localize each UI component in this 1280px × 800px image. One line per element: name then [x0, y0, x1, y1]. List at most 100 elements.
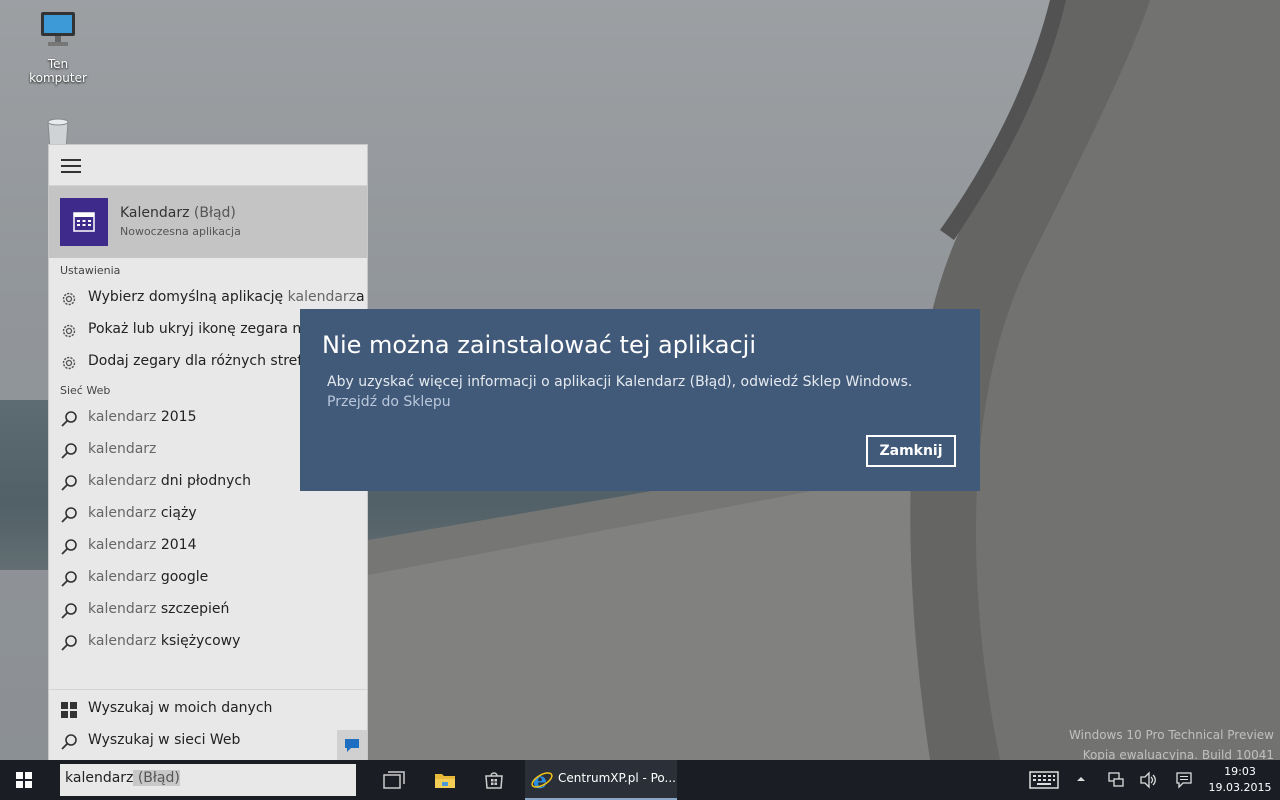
gear-icon: [62, 324, 76, 338]
label-match: kalendarz: [88, 473, 157, 489]
search-my-stuff-label: Wyszukaj w moich danych: [88, 700, 273, 716]
settings-result-label: Wybierz domyślną aplikację kalendarza: [88, 289, 365, 305]
gear-icon: [62, 292, 76, 306]
label-text: księżycowy: [156, 633, 241, 649]
label-match: kalendarz: [88, 633, 157, 649]
best-match-calendar-app[interactable]: Kalendarz (Błąd) Nowoczesna aplikacja: [49, 186, 367, 258]
clock-time: 19:03: [1224, 765, 1256, 778]
speaker-icon: [1140, 771, 1156, 789]
web-result-label: kalendarz google: [88, 569, 208, 585]
keyboard-icon: [1029, 771, 1059, 789]
chevron-up-icon: [1077, 777, 1085, 781]
calendar-icon: [73, 212, 95, 232]
best-match-title: Kalendarz (Błąd): [120, 205, 236, 221]
label-text: Wybierz domyślną aplikację: [88, 289, 288, 305]
start-menu-footer: Wyszukaj w moich danych Wyszukaj w sieci…: [49, 689, 367, 760]
label-match: kalendarz: [88, 569, 157, 585]
go-to-store-link[interactable]: Przejdź do Sklepu: [327, 394, 451, 410]
label-match: kalendarz: [88, 409, 157, 425]
label-text: szczepień: [156, 601, 230, 617]
label-text: 2015: [156, 409, 197, 425]
internet-explorer-icon: e: [531, 768, 553, 792]
task-view-button[interactable]: [370, 760, 418, 800]
search-icon: [61, 734, 77, 750]
web-result-item[interactable]: kalendarz ciąży: [49, 498, 367, 530]
taskbar-ie-window[interactable]: e CentrumXP.pl - Po...: [525, 760, 677, 800]
label-text: ciąży: [156, 505, 197, 521]
web-result-item[interactable]: kalendarz księżycowy: [49, 626, 367, 658]
start-button[interactable]: [0, 760, 48, 800]
close-button[interactable]: Zamknij: [866, 435, 956, 467]
best-match-subtitle: Nowoczesna aplikacja: [120, 225, 241, 238]
desktop-icon-this-pc[interactable]: Ten komputer: [18, 8, 98, 85]
search-web-button[interactable]: Wyszukaj w sieci Web: [49, 725, 367, 757]
search-icon: [61, 603, 77, 619]
notification-icon: [1176, 772, 1192, 789]
taskbar-clock[interactable]: 19:03 19.03.2015: [1206, 764, 1274, 796]
search-icon: [61, 475, 77, 491]
touch-keyboard-button[interactable]: [1029, 771, 1059, 793]
web-result-label: kalendarz dni płodnych: [88, 473, 251, 489]
action-center-button[interactable]: [1175, 771, 1193, 793]
windows-logo-icon: [16, 772, 32, 788]
settings-result-label: Dodaj zegary dla różnych stref c: [88, 353, 314, 369]
desktop-icon-label: Ten komputer: [29, 57, 87, 85]
dialog-message: Aby uzyskać więcej informacji o aplikacj…: [327, 374, 913, 390]
volume-tray-button[interactable]: [1139, 771, 1157, 793]
search-web-label: Wyszukaj w sieci Web: [88, 732, 241, 748]
hamburger-menu-icon[interactable]: [61, 159, 81, 173]
feedback-button[interactable]: [337, 730, 367, 760]
web-result-label: kalendarz 2014: [88, 537, 196, 553]
build-watermark: Windows 10 Pro Technical Preview Kopia e…: [1069, 725, 1274, 760]
gear-icon: [62, 356, 76, 370]
search-typed-text: kalendarz: [65, 770, 134, 786]
label-text: 2014: [156, 537, 197, 553]
computer-icon: [41, 12, 75, 46]
label-match: kalendarz: [88, 537, 157, 553]
folder-icon: [435, 774, 455, 788]
web-result-item[interactable]: kalendarz szczepień: [49, 594, 367, 626]
network-tray-button[interactable]: [1107, 771, 1125, 793]
store-button[interactable]: [470, 760, 518, 800]
install-error-dialog: Nie można zainstalować tej aplikacji Aby…: [300, 309, 980, 491]
task-view-icon: [383, 771, 405, 789]
app-tile: [60, 198, 108, 246]
search-suggestion-text: (Błąd): [133, 770, 180, 786]
best-match-title-main: Kalendarz: [120, 205, 190, 221]
taskbar: kalendarz (Błąd) e CentrumXP.pl - Po...: [0, 760, 1280, 800]
web-result-item[interactable]: kalendarz google: [49, 562, 367, 594]
web-result-label: kalendarz 2015: [88, 409, 196, 425]
search-my-stuff-button[interactable]: Wyszukaj w moich danych: [49, 693, 367, 725]
windows-logo-icon: [61, 702, 77, 718]
web-result-label: kalendarz: [88, 441, 156, 457]
search-icon: [61, 571, 77, 587]
network-icon: [1108, 772, 1124, 787]
best-match-title-suffix: (Błąd): [189, 205, 236, 221]
start-menu-header: [49, 145, 367, 186]
search-icon: [61, 411, 77, 427]
store-icon: [485, 772, 503, 789]
watermark-line: Kopia ewaluacyjna. Build 10041: [1082, 748, 1274, 760]
search-icon: [61, 539, 77, 555]
search-icon: [61, 443, 77, 459]
search-icon: [61, 507, 77, 523]
search-icon: [61, 635, 77, 651]
show-hidden-icons-button[interactable]: [1076, 772, 1086, 790]
dialog-title: Nie można zainstalować tej aplikacji: [322, 331, 757, 359]
file-explorer-button[interactable]: [421, 760, 469, 800]
web-result-item[interactable]: kalendarz 2014: [49, 530, 367, 562]
label-text: dni płodnych: [156, 473, 251, 489]
label-text: google: [156, 569, 209, 585]
settings-result-label: Pokaż lub ukryj ikonę zegara na: [88, 321, 310, 337]
web-result-label: kalendarz szczepień: [88, 601, 229, 617]
clock-date: 19.03.2015: [1208, 781, 1272, 794]
web-result-label: kalendarz księżycowy: [88, 633, 240, 649]
label-text: a: [356, 289, 365, 305]
label-match: kalendarz: [88, 601, 157, 617]
taskbar-search-input[interactable]: kalendarz (Błąd): [60, 764, 356, 796]
label-text: Pokaż lub ukryj ikonę zegara na: [88, 321, 310, 337]
ie-window-label: CentrumXP.pl - Po...: [558, 771, 676, 785]
label-match: kalendarz: [88, 505, 157, 521]
web-result-label: kalendarz ciąży: [88, 505, 197, 521]
label-text: Dodaj zegary dla różnych stref c: [88, 353, 315, 369]
